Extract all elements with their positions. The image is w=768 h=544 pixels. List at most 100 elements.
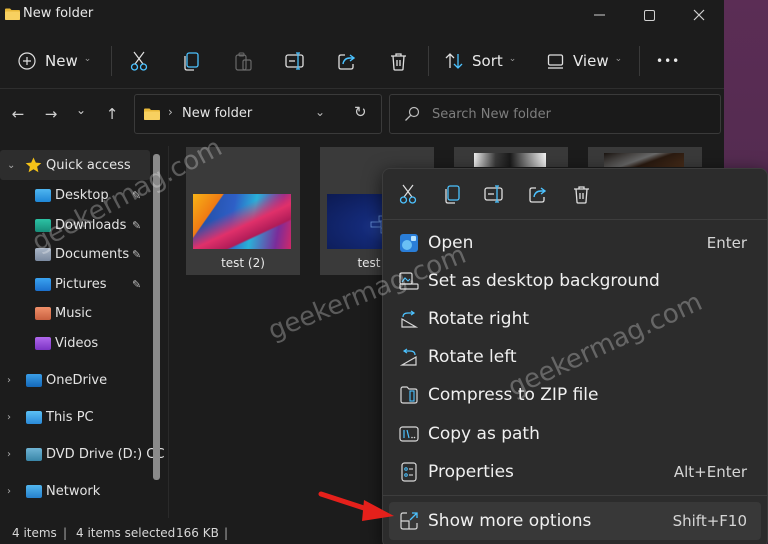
menu-item-label: Rotate right [428,309,530,329]
view-icon [547,53,564,69]
view-button[interactable]: View ⌄ [547,36,622,86]
context-delete-button[interactable] [570,183,592,205]
documents-folder-icon [35,247,51,261]
chevron-down-icon: ⌄ [508,54,517,64]
view-label: View [573,52,609,70]
chevron-right-icon[interactable]: › [7,449,11,460]
share-icon [338,54,356,70]
sidebar-item-downloads[interactable]: Downloads ✎ [0,210,150,240]
chevron-right-icon[interactable]: › [7,412,11,423]
file-name: test (2) [221,256,265,270]
delete-button[interactable] [390,36,407,86]
command-bar: New ⌄ Sort ⌄ View ⌄ ••• [0,36,724,86]
selected-size: 166 KB [176,526,219,540]
file-item[interactable] [454,147,568,167]
divider [0,88,724,89]
menu-item-rotate-left[interactable]: Rotate left [389,339,761,375]
address-dropdown-icon[interactable]: ⌄ [315,105,325,119]
sidebar-item-documents[interactable]: Documents ✎ [0,239,150,269]
new-button[interactable]: New ⌄ [18,36,91,86]
menu-item-open[interactable]: Open Enter [389,225,761,261]
copy-path-icon [399,424,419,444]
pin-icon: ✎ [132,218,142,232]
file-item[interactable]: test (2) [186,147,300,275]
title-bar: New folder [0,0,724,30]
thumbnail-image [604,153,684,167]
sidebar-item-desktop[interactable]: Desktop ✎ [0,180,150,210]
shortcut-text: Alt+Enter [673,463,747,481]
context-cut-button[interactable] [397,183,419,205]
refresh-icon[interactable]: ↻ [354,103,367,121]
menu-item-properties[interactable]: Properties Alt+Enter [389,454,761,490]
sidebar-item-network[interactable]: › Network [0,476,150,506]
dvd-drive-icon [26,447,42,461]
copy-icon [184,51,199,71]
maximize-icon [643,9,655,21]
search-box[interactable] [389,94,721,134]
copy-icon [445,184,460,204]
sort-button[interactable]: Sort ⌄ [445,36,516,86]
sidebar-item-quick-access[interactable]: ⌄ Quick access [0,150,150,180]
thumbnail-image [474,153,546,167]
context-copy-button[interactable] [441,183,463,205]
up-button[interactable]: ↑ [100,102,124,126]
zip-icon [399,385,419,405]
menu-item-copy-as-path[interactable]: Copy as path [389,416,761,452]
sidebar-item-videos[interactable]: Videos [0,328,150,358]
context-rename-button[interactable] [483,183,505,205]
sidebar-scrollbar[interactable] [153,154,160,480]
window-title: New folder [23,6,94,21]
sidebar-item-music[interactable]: Music [0,298,150,328]
paste-button[interactable] [235,36,252,86]
chevron-down-icon: ⌄ [614,54,623,64]
status-separator: | [63,526,68,540]
maximize-button[interactable] [624,0,674,30]
share-icon [529,187,547,203]
thumbnail-image [193,194,291,249]
sidebar-item-dvd-drive[interactable]: › DVD Drive (D:) CC [0,439,164,469]
sidebar-label: This PC [46,409,94,425]
menu-item-set-as-desktop-background[interactable]: Set as desktop background [389,263,761,299]
chevron-down-icon[interactable]: ⌄ [7,160,15,171]
pane-divider[interactable] [168,146,169,518]
cut-button[interactable] [130,36,148,86]
network-icon [26,484,42,498]
chevron-down-icon: ⌄ [83,54,92,64]
music-folder-icon [35,306,51,320]
menu-item-compress-to-zip[interactable]: Compress to ZIP file [389,377,761,413]
sidebar-label: DVD Drive (D:) CC [46,446,165,462]
delete-icon [391,52,406,71]
context-share-button[interactable] [527,183,549,205]
sidebar-label: Music [55,305,92,321]
search-input[interactable] [432,95,712,133]
divider [111,46,112,76]
pin-icon: ✎ [132,247,142,261]
rename-button[interactable] [285,36,305,86]
breadcrumb-new-folder[interactable]: New folder [182,106,252,121]
copy-button[interactable] [183,36,199,86]
sidebar-label: Pictures [55,276,107,292]
back-button[interactable]: ← [6,102,30,126]
see-more-button[interactable]: ••• [656,36,680,86]
status-separator: | [224,526,229,540]
close-button[interactable] [674,0,724,30]
chevron-right-icon[interactable]: › [7,375,11,386]
sidebar-label: Downloads [55,217,127,233]
address-bar[interactable]: › New folder ⌄ ↻ [134,94,382,134]
videos-folder-icon [35,336,51,350]
file-item[interactable] [588,147,702,167]
forward-button[interactable]: → [39,102,63,126]
recent-locations-button[interactable]: ⌄ [69,98,93,122]
sidebar-item-onedrive[interactable]: › OneDrive [0,365,150,395]
chevron-right-icon[interactable]: › [7,486,11,497]
sidebar-item-this-pc[interactable]: › This PC [0,402,150,432]
minimize-button[interactable] [574,0,624,30]
sidebar-item-pictures[interactable]: Pictures ✎ [0,269,150,299]
star-icon [25,157,42,173]
menu-item-show-more-options[interactable]: Show more options Shift+F10 [389,502,761,540]
menu-item-rotate-right[interactable]: Rotate right [389,301,761,337]
search-icon [405,106,420,121]
delete-icon [573,185,589,204]
menu-item-label: Set as desktop background [428,271,660,291]
share-button[interactable] [338,36,356,86]
